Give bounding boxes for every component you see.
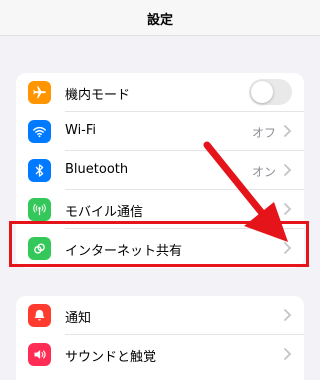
airplane-icon xyxy=(28,81,51,104)
chevron-right-icon xyxy=(284,203,292,215)
settings-screen: 設定 機内モード Wi-Fi オフ Bluetooth オン モバイル通信 イン… xyxy=(0,0,320,380)
settings-row-label: Wi-Fi xyxy=(65,123,97,138)
speaker-icon xyxy=(28,343,51,366)
chevron-right-icon xyxy=(284,242,292,254)
navigation-bar: 設定 xyxy=(0,0,320,36)
page-title: 設定 xyxy=(146,13,173,28)
settings-row-label: 通知 xyxy=(65,311,92,326)
connectivity-group: 機内モード Wi-Fi オフ Bluetooth オン モバイル通信 インターネ… xyxy=(16,73,304,268)
settings-row-label: モバイル通信 xyxy=(65,205,144,220)
settings-row-label: インターネット共有 xyxy=(65,244,183,259)
personal-hotspot-icon xyxy=(28,237,51,260)
settings-row-sounds-haptics[interactable]: サウンドと触覚 xyxy=(16,335,304,374)
wifi-status-value: オフ xyxy=(251,126,276,140)
chevron-right-icon xyxy=(284,125,292,137)
chevron-right-icon xyxy=(284,348,292,360)
airplane-mode-toggle[interactable] xyxy=(249,79,292,105)
settings-row-label: サウンドと触覚 xyxy=(65,350,157,365)
settings-row-personal-hotspot[interactable]: インターネット共有 xyxy=(16,229,304,268)
settings-row-bluetooth[interactable]: Bluetooth オン xyxy=(16,151,304,190)
antenna-icon xyxy=(28,198,51,221)
settings-row-notifications[interactable]: 通知 xyxy=(16,296,304,335)
wifi-icon xyxy=(28,120,51,143)
settings-row-label: Bluetooth xyxy=(65,162,129,177)
settings-row-label: 機内モード xyxy=(65,88,131,103)
chevron-right-icon xyxy=(284,164,292,176)
chevron-right-icon xyxy=(284,309,292,321)
settings-row-mobile-data[interactable]: モバイル通信 xyxy=(16,190,304,229)
bluetooth-icon xyxy=(28,159,51,182)
bluetooth-status-value: オン xyxy=(251,165,276,179)
bell-icon xyxy=(28,304,51,327)
settings-row-wifi[interactable]: Wi-Fi オフ xyxy=(16,112,304,151)
toggle-knob xyxy=(251,81,273,103)
settings-row-airplane-mode[interactable]: 機内モード xyxy=(16,73,304,112)
notifications-group: 通知 サウンドと触覚 xyxy=(16,296,304,380)
